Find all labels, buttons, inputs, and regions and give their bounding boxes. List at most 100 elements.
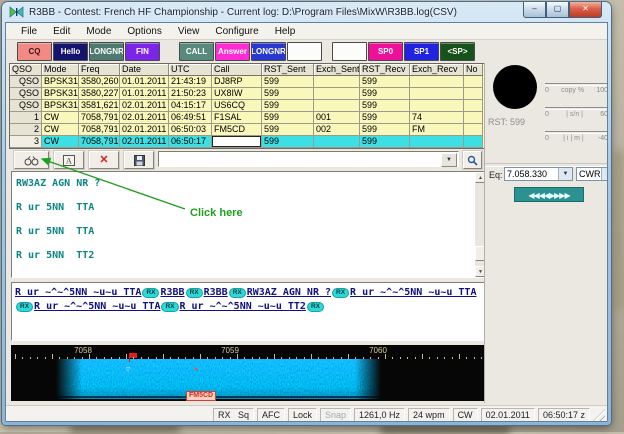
macro-button-blank-7[interactable]: [287, 42, 322, 61]
row-number-cell[interactable]: 2: [10, 124, 42, 136]
log-cell[interactable]: [314, 100, 360, 112]
log-cell[interactable]: 599: [360, 136, 410, 148]
log-cell[interactable]: 599: [360, 100, 410, 112]
log-cell[interactable]: 06:50:17: [169, 136, 212, 148]
macro-button-cq[interactable]: CQ: [17, 42, 52, 61]
log-cell[interactable]: BPSK31: [42, 76, 79, 88]
log-cell[interactable]: [464, 136, 483, 148]
log-cell[interactable]: 599: [360, 124, 410, 136]
frequency-combo[interactable]: 7.058.330 ▼: [504, 167, 573, 181]
waterfall[interactable]: ▽ ▲ FM5CD 705870597060: [11, 345, 488, 401]
log-row[interactable]: 2CW7058,79102.01.201106:50:03FM5CD599002…: [10, 124, 485, 136]
log-cell[interactable]: DJ8RP: [212, 76, 262, 88]
log-cell[interactable]: FM5CD: [212, 124, 262, 136]
log-cell[interactable]: 599: [360, 76, 410, 88]
row-number-cell[interactable]: QSO: [10, 100, 42, 112]
log-cell[interactable]: F1SAL: [212, 112, 262, 124]
log-cell[interactable]: [464, 112, 483, 124]
log-cell[interactable]: 02.01.2011: [120, 136, 169, 148]
chevron-down-icon[interactable]: ▼: [441, 153, 457, 167]
column-header-date[interactable]: Date: [120, 64, 169, 76]
macro-button-sp0[interactable]: SP0: [368, 42, 403, 61]
log-row[interactable]: QSOBPSK313580,22701.01.201121:50:23UX8IW…: [10, 88, 485, 100]
log-cell[interactable]: [464, 88, 483, 100]
log-cell[interactable]: CW: [42, 124, 79, 136]
log-cell[interactable]: 04:15:17: [169, 100, 212, 112]
log-cell[interactable]: 599: [262, 112, 314, 124]
log-cell[interactable]: [314, 136, 360, 148]
menu-view[interactable]: View: [170, 26, 208, 37]
log-cell[interactable]: 002: [314, 124, 360, 136]
column-header-no[interactable]: No: [464, 64, 483, 76]
macro-button-fin[interactable]: FIN: [125, 42, 160, 61]
log-cell[interactable]: CW: [42, 112, 79, 124]
log-cell[interactable]: [464, 100, 483, 112]
row-number-cell[interactable]: QSO: [10, 76, 42, 88]
lookup-button[interactable]: [463, 151, 482, 169]
title-bar[interactable]: R3BB - Contest: French HF Championship -…: [2, 2, 611, 22]
row-number-cell[interactable]: 3: [10, 136, 42, 148]
macro-button-blank-8[interactable]: [332, 42, 367, 61]
maximize-button[interactable]: ▢: [546, 2, 569, 18]
decoded-callsign-tag[interactable]: FM5CD: [186, 391, 216, 401]
column-header-call[interactable]: Call: [212, 64, 262, 76]
column-header-exch_recv[interactable]: Exch_Recv: [410, 64, 464, 76]
log-cell[interactable]: 599: [262, 124, 314, 136]
log-cell[interactable]: [212, 136, 262, 148]
mode-combo[interactable]: CWR ▼: [576, 167, 608, 181]
log-cell[interactable]: [410, 76, 464, 88]
log-cell[interactable]: 06:50:03: [169, 124, 212, 136]
log-cell[interactable]: 74: [410, 112, 464, 124]
log-cell[interactable]: US6CQ: [212, 100, 262, 112]
log-table[interactable]: QSOModeFreqDateUTCCallRST_SentExch_SentR…: [9, 63, 486, 149]
log-cell[interactable]: 06:49:51: [169, 112, 212, 124]
macro-button-call[interactable]: CALL: [179, 42, 214, 61]
menu-options[interactable]: Options: [119, 26, 169, 37]
letter-button[interactable]: A: [54, 151, 84, 169]
status-panel-wpm[interactable]: 24 wpm: [408, 408, 450, 423]
log-cell[interactable]: 599: [262, 88, 314, 100]
save-button[interactable]: [124, 151, 154, 169]
row-number-cell[interactable]: QSO: [10, 88, 42, 100]
menu-help[interactable]: Help: [267, 26, 304, 37]
tuning-arrows-button[interactable]: ◀◀◀◀▶▶▶▶: [514, 187, 584, 202]
macro-button-sp[interactable]: <SP>: [440, 42, 475, 61]
log-cell[interactable]: 7058,791: [79, 136, 120, 148]
column-header-freq[interactable]: Freq: [79, 64, 120, 76]
tx-pane[interactable]: R ur ~^~^5NN ~u~u TTARXR3BBRXR3BBRXRW3AZ…: [11, 282, 488, 341]
log-cell[interactable]: 02.01.2011: [120, 112, 169, 124]
column-header-rst_sent[interactable]: RST_Sent: [262, 64, 314, 76]
column-header-mode[interactable]: Mode: [42, 64, 79, 76]
log-cell[interactable]: 599: [360, 112, 410, 124]
close-button[interactable]: ✕: [569, 2, 602, 18]
log-cell[interactable]: 02.01.2011: [120, 124, 169, 136]
row-number-cell[interactable]: 1: [10, 112, 42, 124]
log-cell[interactable]: 7058,791: [79, 112, 120, 124]
log-cell[interactable]: [314, 76, 360, 88]
macro-button-longnr[interactable]: LONGNR: [251, 42, 286, 61]
log-cell[interactable]: 01.01.2011: [120, 88, 169, 100]
rx-pane[interactable]: RW3AZ AGN NR ?R ur 5NN TTAR ur 5NN TTAR …: [11, 171, 488, 278]
log-cell[interactable]: [464, 76, 483, 88]
log-cell[interactable]: FM: [410, 124, 464, 136]
log-cell[interactable]: BPSK31: [42, 100, 79, 112]
log-cell[interactable]: [410, 136, 464, 148]
log-cell[interactable]: 01.01.2011: [120, 76, 169, 88]
status-panel-lock[interactable]: Lock: [288, 408, 317, 423]
log-cell[interactable]: 599: [262, 100, 314, 112]
macro-button-answer[interactable]: Answer: [215, 42, 250, 61]
status-panel-afc[interactable]: AFC: [257, 408, 285, 423]
log-cell[interactable]: 21:50:23: [169, 88, 212, 100]
resize-grip[interactable]: [593, 409, 605, 421]
log-row[interactable]: 1CW7058,79102.01.201106:49:51F1SAL599001…: [10, 112, 485, 124]
log-cell[interactable]: [464, 124, 483, 136]
log-cell[interactable]: [314, 88, 360, 100]
minimize-button[interactable]: –: [523, 2, 546, 18]
menu-mode[interactable]: Mode: [78, 26, 119, 37]
log-cell[interactable]: 02.01.2011: [120, 100, 169, 112]
menu-file[interactable]: File: [13, 26, 45, 37]
column-header-utc[interactable]: UTC: [169, 64, 212, 76]
log-cell[interactable]: 7058,791: [79, 124, 120, 136]
log-row[interactable]: QSOBPSK313581,62102.01.201104:15:17US6CQ…: [10, 100, 485, 112]
log-cell[interactable]: 3580,260: [79, 76, 120, 88]
